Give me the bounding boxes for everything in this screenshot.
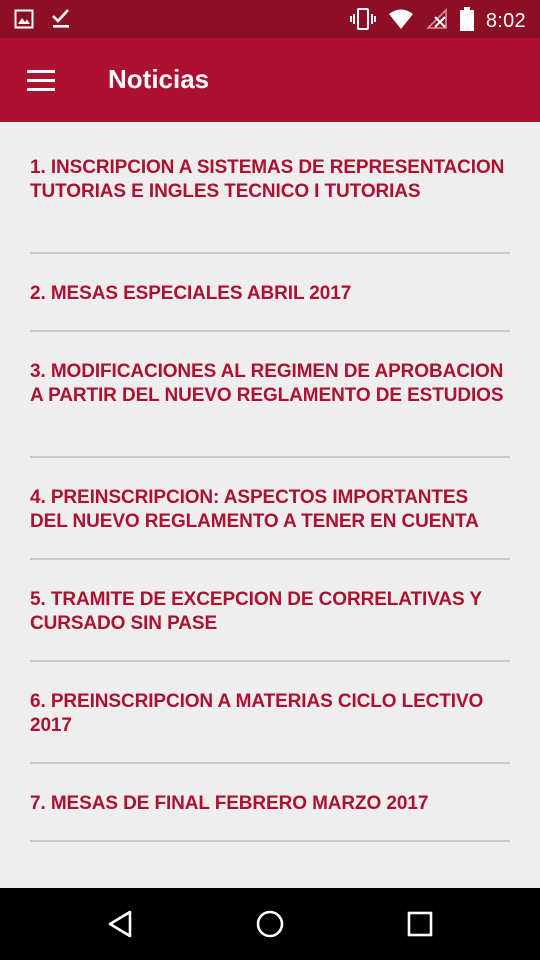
check-download-icon [50,8,72,35]
status-left-icons [14,8,72,35]
news-item-label: 4. PREINSCRIPCION: ASPECTOS IMPORTANTES … [30,487,479,532]
status-time: 8:02 [485,10,526,32]
status-bar: 8:02 [0,0,540,38]
news-item-label: 3. MODIFICACIONES AL REGIMEN DE APROBACI… [30,361,504,406]
news-list[interactable]: 1. INSCRIPCION A SISTEMAS DE REPRESENTAC… [0,122,540,888]
vibrate-icon [349,8,376,35]
no-signal-icon [425,8,448,35]
image-icon [14,9,34,34]
news-item-label: 7. MESAS DE FINAL FEBRERO MARZO 2017 [30,793,429,814]
news-item-7[interactable]: 7. MESAS DE FINAL FEBRERO MARZO 2017 [30,792,510,816]
divider [30,762,510,764]
status-right-icons: 8:02 [349,7,526,36]
app-toolbar: Noticias [0,38,540,122]
news-item-label: 6. PREINSCRIPCION A MATERIAS CICLO LECTI… [30,691,484,736]
news-item-1[interactable]: 1. INSCRIPCION A SISTEMAS DE REPRESENTAC… [30,156,510,204]
news-item-2[interactable]: 2. MESAS ESPECIALES ABRIL 2017 [30,282,510,306]
divider [30,558,510,560]
news-item-label: 5. TRAMITE DE EXCEPCION DE CORRELATIVAS … [30,589,482,634]
home-icon[interactable] [250,904,290,944]
battery-icon [459,7,474,36]
page-title: Noticias [108,64,210,94]
recents-icon[interactable] [400,904,440,944]
divider [30,840,510,842]
news-item-4[interactable]: 4. PREINSCRIPCION: ASPECTOS IMPORTANTES … [30,486,510,534]
back-icon[interactable] [100,904,140,944]
news-item-label: 2. MESAS ESPECIALES ABRIL 2017 [30,283,352,304]
divider [30,660,510,662]
divider [30,252,510,254]
wifi-icon [388,8,414,35]
divider [30,456,510,458]
news-item-5[interactable]: 5. TRAMITE DE EXCEPCION DE CORRELATIVAS … [30,588,510,636]
news-item-3[interactable]: 3. MODIFICACIONES AL REGIMEN DE APROBACI… [30,360,510,408]
news-item-label: 1. INSCRIPCION A SISTEMAS DE REPRESENTAC… [30,157,505,202]
news-item-6[interactable]: 6. PREINSCRIPCION A MATERIAS CICLO LECTI… [30,690,510,738]
system-nav-bar [0,888,540,960]
divider [30,330,510,332]
hamburger-menu-icon[interactable] [20,60,64,100]
